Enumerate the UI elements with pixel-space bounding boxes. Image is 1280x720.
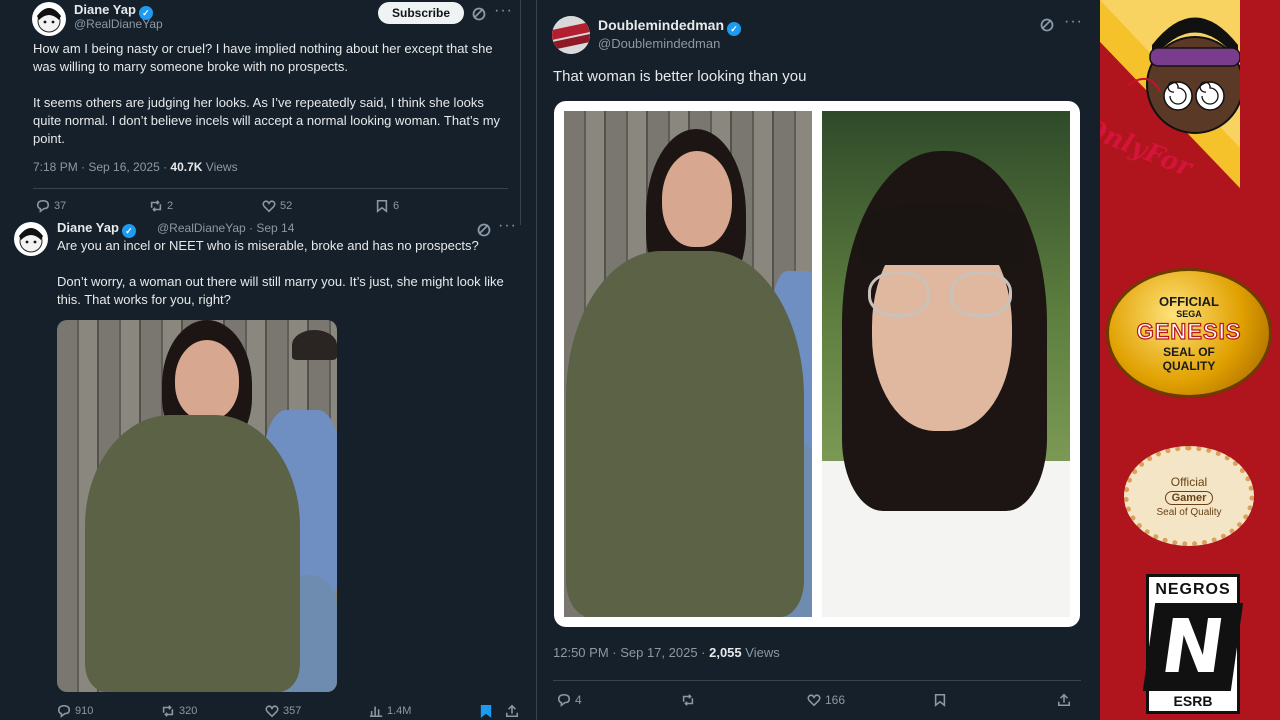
photo-right-panel [822,111,1070,617]
bookmark-button[interactable] [479,704,505,718]
author-handle[interactable]: @RealDianeYap [74,17,163,31]
verified-icon: ✓ [121,224,136,238]
views-button[interactable]: 1.4M [369,704,479,718]
tweet-timestamp[interactable]: 12:50 PM · Sep 17, 2025 · 2,055 Views [553,645,780,660]
repost-button[interactable]: 2 [149,199,262,213]
divider [33,188,508,189]
bookmark-icon [479,704,493,718]
tweet-photo[interactable] [57,320,337,692]
photo-bangs [860,203,1025,265]
divider [520,0,521,225]
tweet-text-paragraph: Are you an incel or NEET who is miserabl… [57,238,479,253]
avatar-illustration [19,228,43,253]
tweet-timestamp[interactable]: 7:18 PM · Sep 16, 2025 · 40.7K Views [33,160,238,174]
avatar[interactable] [552,16,590,54]
avatar[interactable] [32,2,66,36]
reply-button[interactable]: 37 [36,199,149,213]
share-icon [505,704,519,718]
share-button[interactable] [505,704,525,718]
overlay-badges-column: OnlyFor OFFICIAL SEGA GENESIS SEAL OF QU… [1100,0,1280,720]
repost-icon [161,704,175,718]
reply-button[interactable]: 910 [57,704,161,718]
divider [553,680,1081,681]
tweet-photo[interactable] [554,101,1080,627]
author-name[interactable]: Doublemindedman ✓ [598,17,742,36]
tweet-text: That woman is better looking than you [553,68,807,85]
photo-face [175,340,239,420]
tweet-actions-bar: 910 320 357 1.4M [57,704,527,718]
grok-icon[interactable] [1039,17,1055,33]
bookmark-button[interactable]: 6 [375,199,455,213]
photo-hat [292,330,337,360]
tweet-actions-bar: 37 2 52 6 [36,199,476,213]
onlyfor-banner [1100,0,1240,189]
like-button[interactable]: 357 [265,704,369,718]
repost-icon [149,199,163,213]
share-button[interactable] [1057,693,1077,707]
grok-icon[interactable] [471,6,487,22]
avatar-illustration [552,16,590,54]
reply-icon [36,199,50,213]
sega-genesis-seal: OFFICIAL SEGA GENESIS SEAL OF QUALITY [1106,268,1272,398]
bookmark-button[interactable] [933,693,1057,707]
left-tweet-column: Diane Yap ✓ @RealDianeYap Subscribe ··· H… [0,0,530,720]
photo-dress [85,415,300,692]
repost-button[interactable] [681,693,807,707]
avatar[interactable] [14,222,48,256]
like-icon [807,693,821,707]
tweet-text-paragraph: It seems others are judging her looks. A… [33,95,501,146]
like-button[interactable]: 52 [262,199,375,213]
tweet-actions-bar: 4 166 [557,693,1087,707]
more-icon[interactable]: ··· [498,217,517,235]
photo-left-panel [564,111,812,617]
views-icon [369,704,383,718]
more-icon[interactable]: ··· [1064,13,1083,31]
verified-icon: ✓ [727,22,742,36]
reply-button[interactable]: 4 [557,693,681,707]
grok-icon[interactable] [476,222,492,238]
repost-icon [681,693,695,707]
reply-icon [557,693,571,707]
gamer-seal: Official Gamer Seal of Quality [1124,446,1254,546]
more-icon[interactable]: ··· [494,2,513,20]
photo-face [662,151,732,247]
reply-icon [57,704,71,718]
esrb-rating-box: NEGROS N ESRB [1142,574,1244,714]
subscribe-button[interactable]: Subscribe [378,2,464,24]
author-handle[interactable]: @Doublemindedman [598,36,720,51]
photo-glasses-left [868,271,930,317]
middle-tweet-column: Doublemindedman ✓ @Doublemindedman ··· Th… [536,0,1096,720]
bookmark-icon [375,199,389,213]
author-handle[interactable]: @RealDianeYap · Sep 14 [157,221,294,235]
like-icon [262,199,276,213]
like-icon [265,704,279,718]
tweet-text-paragraph: Don’t worry, a woman out there will stil… [57,274,504,307]
bookmark-icon [933,693,947,707]
photo-glasses-right [950,271,1012,317]
tweet-text-paragraph: How am I being nasty or cruel? I have im… [33,41,493,74]
photo-dress [566,251,804,617]
share-icon [1057,693,1071,707]
avatar-illustration [37,8,61,33]
repost-button[interactable]: 320 [161,704,265,718]
like-button[interactable]: 166 [807,693,933,707]
author-name[interactable]: Diane Yap ✓ [57,220,136,238]
